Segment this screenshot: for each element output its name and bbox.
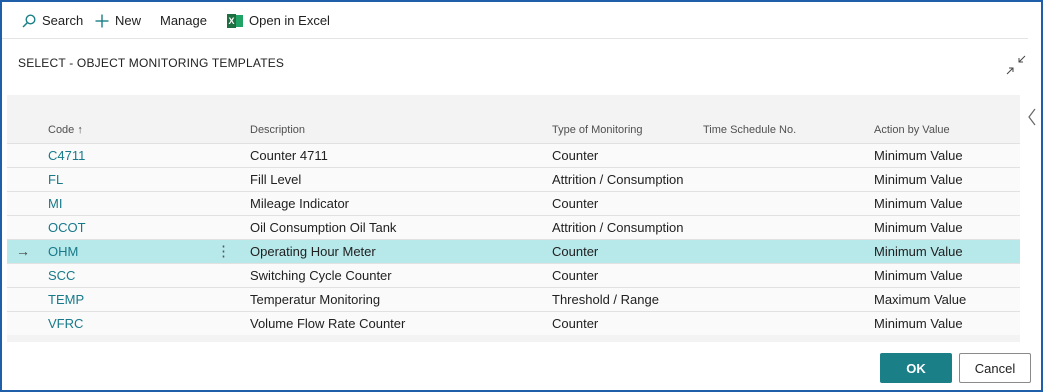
selected-row-arrow-icon: →	[16, 243, 30, 259]
cancel-button[interactable]: Cancel	[959, 353, 1031, 383]
page-title: SELECT - OBJECT MONITORING TEMPLATES	[18, 56, 285, 70]
sort-ascending-icon: ↑	[77, 124, 83, 136]
row-action: Minimum Value	[874, 148, 963, 163]
row-description: Switching Cycle Counter	[250, 268, 392, 283]
row-action: Minimum Value	[874, 220, 963, 235]
table-row[interactable]: C4711 Counter 4711 Counter Minimum Value	[7, 143, 1020, 167]
plus-icon	[95, 14, 109, 27]
row-code[interactable]: FL	[48, 172, 63, 187]
row-type: Counter	[552, 196, 599, 211]
row-description: Mileage Indicator	[250, 196, 349, 211]
column-header-code[interactable]: Code ↑	[48, 124, 83, 136]
table-row[interactable]: OCOT Oil Consumption Oil Tank Attrition …	[7, 215, 1020, 239]
table-row[interactable]: SCC Switching Cycle Counter Counter Mini…	[7, 263, 1020, 287]
row-description: Volume Flow Rate Counter	[250, 316, 406, 331]
row-type: Attrition / Consumption	[552, 220, 684, 235]
column-header-schedule[interactable]: Time Schedule No.	[703, 124, 796, 136]
table-header: Code ↑ Description Type of Monitoring Ti…	[7, 95, 1020, 143]
row-code[interactable]: TEMP	[48, 292, 84, 307]
row-action: Minimum Value	[874, 172, 963, 187]
excel-icon: X	[227, 13, 243, 28]
table-row[interactable]: FL Fill Level Attrition / Consumption Mi…	[7, 167, 1020, 191]
templates-table: Code ↑ Description Type of Monitoring Ti…	[7, 95, 1020, 342]
row-type: Counter	[552, 268, 599, 283]
row-code[interactable]: MI	[48, 196, 62, 211]
table-row[interactable]: TEMP Temperatur Monitoring Threshold / R…	[7, 287, 1020, 311]
open-in-excel-action[interactable]: X Open in Excel	[227, 13, 330, 28]
new-label: New	[115, 13, 142, 28]
row-code[interactable]: VFRC	[48, 316, 83, 331]
column-header-type[interactable]: Type of Monitoring	[552, 124, 643, 136]
row-code[interactable]: OHM	[48, 244, 78, 259]
row-action: Minimum Value	[874, 268, 963, 283]
row-description: Counter 4711	[250, 148, 328, 163]
row-description: Fill Level	[250, 172, 302, 187]
row-type: Counter	[552, 148, 599, 163]
row-type: Attrition / Consumption	[552, 172, 684, 187]
row-description: Temperatur Monitoring	[250, 292, 381, 307]
manage-label: Manage	[160, 13, 207, 28]
excel-label: Open in Excel	[249, 13, 330, 28]
row-description: Operating Hour Meter	[250, 244, 376, 259]
manage-action[interactable]: Manage	[160, 13, 207, 28]
table-row[interactable]: VFRC Volume Flow Rate Counter Counter Mi…	[7, 311, 1020, 335]
row-code[interactable]: OCOT	[48, 220, 86, 235]
row-action: Minimum Value	[874, 196, 963, 211]
search-label: Search	[42, 13, 84, 28]
ok-button[interactable]: OK	[880, 353, 952, 383]
row-action: Maximum Value	[874, 292, 967, 307]
row-code[interactable]: C4711	[48, 148, 85, 163]
search-action[interactable]: Search	[22, 13, 83, 28]
row-action: Minimum Value	[874, 244, 963, 259]
row-type: Threshold / Range	[552, 292, 659, 307]
table-row[interactable]: MI Mileage Indicator Counter Minimum Val…	[7, 191, 1020, 215]
search-icon	[22, 13, 36, 28]
row-type: Counter	[552, 244, 599, 259]
excel-icon-badge: X	[227, 13, 236, 28]
column-header-action[interactable]: Action by Value	[874, 124, 950, 136]
row-action: Minimum Value	[874, 316, 963, 331]
row-type: Counter	[552, 316, 599, 331]
dialog-frame: Search New Manage X Open in Excel SELECT…	[0, 0, 1043, 392]
column-code-label: Code	[48, 124, 75, 136]
row-menu-icon[interactable]: ⋮	[216, 242, 231, 260]
chevron-left-icon[interactable]	[1027, 107, 1037, 127]
column-header-description[interactable]: Description	[250, 124, 305, 136]
row-description: Oil Consumption Oil Tank	[250, 220, 397, 235]
action-bar: Search New Manage X Open in Excel	[2, 2, 1028, 39]
collapse-icon[interactable]	[1005, 54, 1027, 76]
row-code[interactable]: SCC	[48, 268, 75, 283]
new-action[interactable]: New	[95, 13, 141, 28]
table-row-selected[interactable]: → OHM ⋮ Operating Hour Meter Counter Min…	[7, 239, 1020, 263]
